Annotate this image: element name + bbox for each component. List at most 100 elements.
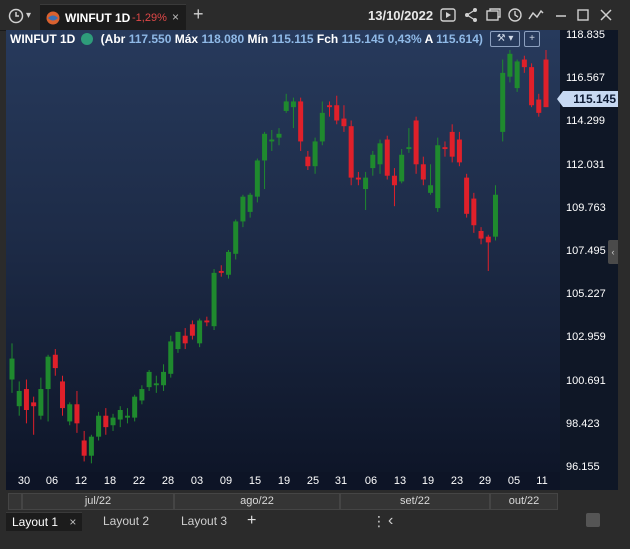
date-tick-label: 19 <box>277 475 291 487</box>
candle-body <box>305 156 311 167</box>
candle <box>247 192 253 218</box>
candle-body <box>60 381 66 409</box>
candle <box>298 97 304 151</box>
candle <box>471 192 477 233</box>
candle <box>117 406 123 428</box>
high-label: Máx <box>174 32 199 46</box>
more-options-icon[interactable]: ⋮ <box>372 512 386 530</box>
price-tick-label: 105.227 <box>566 288 606 301</box>
status-dot-icon <box>81 33 94 45</box>
candle-body <box>319 112 325 142</box>
open-label: (Abr <box>100 32 126 46</box>
add-tab-button[interactable]: + <box>193 5 204 23</box>
collapse-panel-icon[interactable]: ‹ <box>608 240 618 264</box>
candle-body <box>103 415 109 428</box>
caret-down-icon[interactable]: ▾ <box>26 10 31 21</box>
candle <box>355 171 361 186</box>
date-tick-label: 09 <box>219 475 233 487</box>
candle <box>240 194 246 228</box>
tab-layout-1[interactable]: Layout 1 × <box>6 512 83 531</box>
candle <box>507 50 513 83</box>
tab-layout-2[interactable]: Layout 2 <box>103 512 149 530</box>
candle <box>377 139 383 174</box>
candle <box>312 137 318 174</box>
candle-body <box>420 164 426 180</box>
tab-layout-1-close[interactable]: × <box>69 515 76 529</box>
candle-body <box>428 185 434 193</box>
tab-close-button[interactable]: × <box>172 10 179 24</box>
candle-body <box>391 175 397 186</box>
date-tick-label: 11 <box>536 475 548 487</box>
symbol-tab[interactable]: WINFUT 1D -1,29% × <box>40 4 186 31</box>
candle-body <box>507 53 513 77</box>
candle-body <box>31 402 37 407</box>
add-layout-button[interactable]: + <box>247 512 256 530</box>
date-tick-label: 28 <box>161 475 175 487</box>
price-tick-label: 118.835 <box>566 29 605 41</box>
candle-body <box>247 194 253 212</box>
layout-bar <box>0 510 630 549</box>
price-tick-label: 114.299 <box>566 115 605 128</box>
candle <box>204 316 210 327</box>
tab-title: WINFUT 1D <box>65 11 131 25</box>
date-tick-label: 31 <box>334 475 348 487</box>
candle <box>225 250 231 279</box>
candle <box>391 168 397 207</box>
candle-body <box>225 251 231 275</box>
date-tick-label: 06 <box>45 475 59 487</box>
timer-icon[interactable] <box>507 7 523 23</box>
add-indicator-button[interactable]: + <box>524 31 540 47</box>
date-tick-label: 29 <box>478 475 492 487</box>
play-icon[interactable] <box>440 7 456 23</box>
month-label: ago/22 <box>174 493 340 510</box>
candle-body <box>413 120 419 165</box>
candle <box>182 328 188 350</box>
scroll-back-icon[interactable]: ‹ <box>388 512 393 530</box>
candle <box>197 318 203 348</box>
candle-body <box>110 417 116 426</box>
candle-body <box>81 440 87 456</box>
month-label: set/22 <box>340 493 490 510</box>
brand-logo-icon <box>46 11 60 25</box>
price-tick-label: 112.031 <box>566 158 605 171</box>
close-icon[interactable] <box>598 7 614 23</box>
date-label: 13/10/2022 <box>368 8 434 23</box>
maximize-icon[interactable] <box>575 7 591 23</box>
info-symbol: WINFUT 1D <box>10 32 76 46</box>
share-icon[interactable] <box>463 7 479 23</box>
candle <box>485 234 491 271</box>
candle <box>478 227 484 245</box>
candle-body <box>341 118 347 127</box>
window-icon[interactable] <box>485 7 501 23</box>
candle-body <box>74 404 80 424</box>
candle-body <box>88 436 94 456</box>
candle-body <box>500 72 506 132</box>
scroll-thumb[interactable] <box>586 513 600 527</box>
candle-body <box>189 324 195 336</box>
candle <box>428 164 434 195</box>
candle <box>449 124 455 163</box>
candle <box>536 93 542 117</box>
candle-body <box>124 415 130 418</box>
candle <box>139 385 145 405</box>
candle <box>500 59 506 142</box>
candle-body <box>543 59 549 108</box>
tab-layout-1-label: Layout 1 <box>12 515 59 529</box>
candle-body <box>492 194 498 237</box>
candle <box>96 411 102 441</box>
clock-icon[interactable] <box>8 8 24 24</box>
candle-body <box>262 133 268 161</box>
tab-layout-3[interactable]: Layout 3 <box>181 512 227 530</box>
candle-body <box>161 371 167 386</box>
date-tick-label: 30 <box>17 475 31 487</box>
candle-body <box>283 101 289 111</box>
candle <box>124 408 130 424</box>
trend-icon[interactable] <box>528 7 544 23</box>
date-tick-label: 03 <box>190 475 204 487</box>
candle <box>529 63 535 108</box>
candle <box>435 137 441 212</box>
candle-body <box>45 356 51 390</box>
minimize-icon[interactable] <box>553 7 569 23</box>
tools-menu-button[interactable]: ⚒ ▾ <box>490 31 520 47</box>
date-tick-label: 06 <box>364 475 378 487</box>
